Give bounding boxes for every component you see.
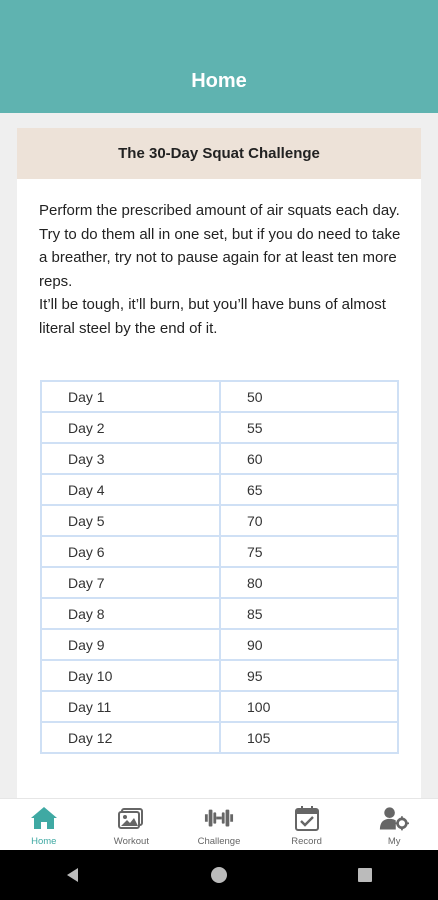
nav-item-my[interactable]: My: [350, 799, 438, 851]
description-line: It’ll be tough, it’ll burn, but you’ll h…: [39, 296, 386, 337]
card-title: The 30-Day Squat Challenge: [17, 128, 421, 179]
table-row: Day 3 60: [40, 442, 399, 475]
reps-cell: 100: [219, 690, 399, 723]
table-row: Day 2 55: [40, 411, 399, 444]
table-row: Day 5 70: [40, 504, 399, 537]
description-line: Try to do them all in one set, but if yo…: [39, 225, 401, 290]
calendar-check-icon: [292, 804, 322, 832]
description-line: Perform the prescribed amount of air squ…: [39, 202, 400, 219]
nav-item-record[interactable]: Record: [263, 799, 351, 851]
table-row: Day 9 90: [40, 628, 399, 661]
nav-item-home[interactable]: Home: [0, 799, 88, 851]
nav-label: Challenge: [197, 836, 241, 847]
day-cell: Day 1: [40, 380, 221, 413]
reps-cell: 80: [219, 566, 399, 599]
day-cell: Day 10: [40, 659, 221, 692]
table-row: Day 8 85: [40, 597, 399, 630]
app-header: Home: [0, 0, 438, 113]
reps-cell: 55: [219, 411, 399, 444]
nav-label: Home: [31, 836, 57, 847]
table-row: Day 1 50: [40, 380, 399, 413]
reps-cell: 85: [219, 597, 399, 630]
day-cell: Day 6: [40, 535, 221, 568]
reps-cell: 50: [219, 380, 399, 413]
nav-label: My: [387, 836, 401, 847]
nav-item-workout[interactable]: Workout: [88, 799, 176, 851]
back-icon[interactable]: [58, 860, 88, 890]
day-cell: Day 3: [40, 442, 221, 475]
reps-cell: 70: [219, 504, 399, 537]
reps-cell: 95: [219, 659, 399, 692]
recents-icon[interactable]: [350, 860, 380, 890]
day-cell: Day 11: [40, 690, 221, 723]
image-icon: [116, 804, 146, 832]
table-row: Day 7 80: [40, 566, 399, 599]
day-cell: Day 8: [40, 597, 221, 630]
schedule-table: Day 1 50 Day 2 55 Day 3 60 Day 4 65 Day 5 70 Day 6…: [40, 380, 399, 754]
page-title: Home: [191, 70, 247, 92]
dumbbell-icon: [204, 804, 234, 832]
reps-cell: 60: [219, 442, 399, 475]
day-cell: Day 2: [40, 411, 221, 444]
table-row: Day 6 75: [40, 535, 399, 568]
day-cell: Day 5: [40, 504, 221, 537]
table-row: Day 12 105: [40, 721, 399, 754]
day-cell: Day 9: [40, 628, 221, 661]
nav-item-challenge[interactable]: Challenge: [175, 799, 263, 851]
nav-label: Record: [291, 836, 322, 847]
reps-cell: 105: [219, 721, 399, 754]
day-cell: Day 4: [40, 473, 221, 506]
challenge-description: Perform the prescribed amount of air squ…: [17, 179, 421, 340]
nav-label: Workout: [113, 836, 149, 847]
reps-cell: 75: [219, 535, 399, 568]
day-cell: Day 7: [40, 566, 221, 599]
day-cell: Day 12: [40, 721, 221, 754]
reps-cell: 65: [219, 473, 399, 506]
bottom-nav: Home Workout Challenge Record My: [0, 798, 438, 851]
table-row: Day 4 65: [40, 473, 399, 506]
reps-cell: 90: [219, 628, 399, 661]
challenge-card: The 30-Day Squat Challenge Perform the p…: [17, 128, 421, 808]
user-gear-icon: [379, 804, 410, 832]
home-button-icon[interactable]: [204, 860, 234, 890]
system-nav-bar: [0, 850, 438, 900]
table-row: Day 10 95: [40, 659, 399, 692]
table-row: Day 11 100: [40, 690, 399, 723]
home-icon: [29, 804, 59, 832]
